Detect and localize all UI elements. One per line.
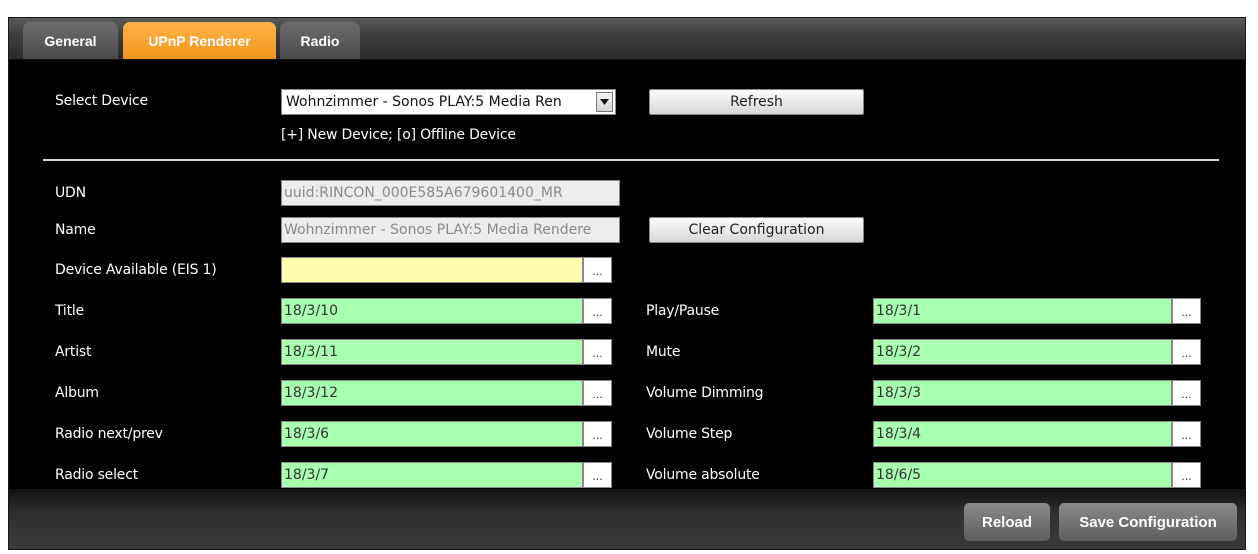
artist-field[interactable]: 18/3/11 — [281, 339, 583, 365]
select-device-label: Select Device — [55, 93, 148, 109]
volume-dimming-label: Volume Dimming — [646, 385, 764, 401]
radio-next-prev-label: Radio next/prev — [55, 426, 163, 442]
volume-step-label: Volume Step — [646, 426, 733, 442]
album-browse-button[interactable]: ... — [583, 380, 612, 406]
artist-label: Artist — [55, 344, 92, 360]
clear-configuration-button[interactable]: Clear Configuration — [649, 217, 864, 243]
mute-browse-button[interactable]: ... — [1172, 339, 1201, 365]
udn-field: uuid:RINCON_000E585A679601400_MR — [281, 180, 620, 206]
artist-browse-button[interactable]: ... — [583, 339, 612, 365]
device-select[interactable]: Wohnzimmer - Sonos PLAY:5 Media Ren — [281, 89, 616, 115]
radio-select-browse-button[interactable]: ... — [583, 462, 612, 488]
mute-field[interactable]: 18/3/2 — [873, 339, 1172, 365]
radio-select-label: Radio select — [55, 467, 138, 483]
volume-dimming-browse-button[interactable]: ... — [1172, 380, 1201, 406]
device-select-value: Wohnzimmer - Sonos PLAY:5 Media Ren — [286, 94, 562, 110]
title-field[interactable]: 18/3/10 — [281, 298, 583, 324]
save-configuration-button[interactable]: Save Configuration — [1059, 503, 1237, 541]
footer-bar: Reload Save Configuration — [9, 489, 1245, 549]
title-label: Title — [55, 303, 85, 319]
name-label: Name — [55, 222, 96, 238]
refresh-button[interactable]: Refresh — [649, 89, 864, 115]
device-legend-hint: [+] New Device; [o] Offline Device — [281, 127, 516, 143]
tab-upnp-renderer[interactable]: UPnP Renderer — [123, 22, 276, 59]
reload-button[interactable]: Reload — [964, 503, 1050, 541]
play-pause-label: Play/Pause — [646, 303, 720, 319]
device-available-label: Device Available (EIS 1) — [55, 262, 217, 278]
title-browse-button[interactable]: ... — [583, 298, 612, 324]
device-available-field[interactable] — [281, 257, 583, 283]
volume-step-field[interactable]: 18/3/4 — [873, 421, 1172, 447]
album-label: Album — [55, 385, 99, 401]
udn-label: UDN — [55, 185, 86, 201]
volume-absolute-label: Volume absolute — [646, 467, 760, 483]
play-pause-browse-button[interactable]: ... — [1172, 298, 1201, 324]
volume-absolute-field[interactable]: 18/6/5 — [873, 462, 1172, 488]
config-window: General UPnP Renderer Radio Select Devic… — [8, 17, 1246, 550]
radio-next-prev-browse-button[interactable]: ... — [583, 421, 612, 447]
divider — [43, 159, 1219, 161]
volume-step-browse-button[interactable]: ... — [1172, 421, 1201, 447]
name-field: Wohnzimmer - Sonos PLAY:5 Media Rendere — [281, 217, 620, 243]
device-available-browse-button[interactable]: ... — [583, 257, 612, 283]
tab-general[interactable]: General — [23, 22, 118, 59]
radio-next-prev-field[interactable]: 18/3/6 — [281, 421, 583, 447]
mute-label: Mute — [646, 344, 681, 360]
volume-dimming-field[interactable]: 18/3/3 — [873, 380, 1172, 406]
chevron-down-icon[interactable] — [596, 92, 613, 112]
volume-absolute-browse-button[interactable]: ... — [1172, 462, 1201, 488]
tab-bar: General UPnP Renderer Radio — [9, 18, 1245, 60]
album-field[interactable]: 18/3/12 — [281, 380, 583, 406]
play-pause-field[interactable]: 18/3/1 — [873, 298, 1172, 324]
radio-select-field[interactable]: 18/3/7 — [281, 462, 583, 488]
tab-radio[interactable]: Radio — [280, 22, 360, 59]
